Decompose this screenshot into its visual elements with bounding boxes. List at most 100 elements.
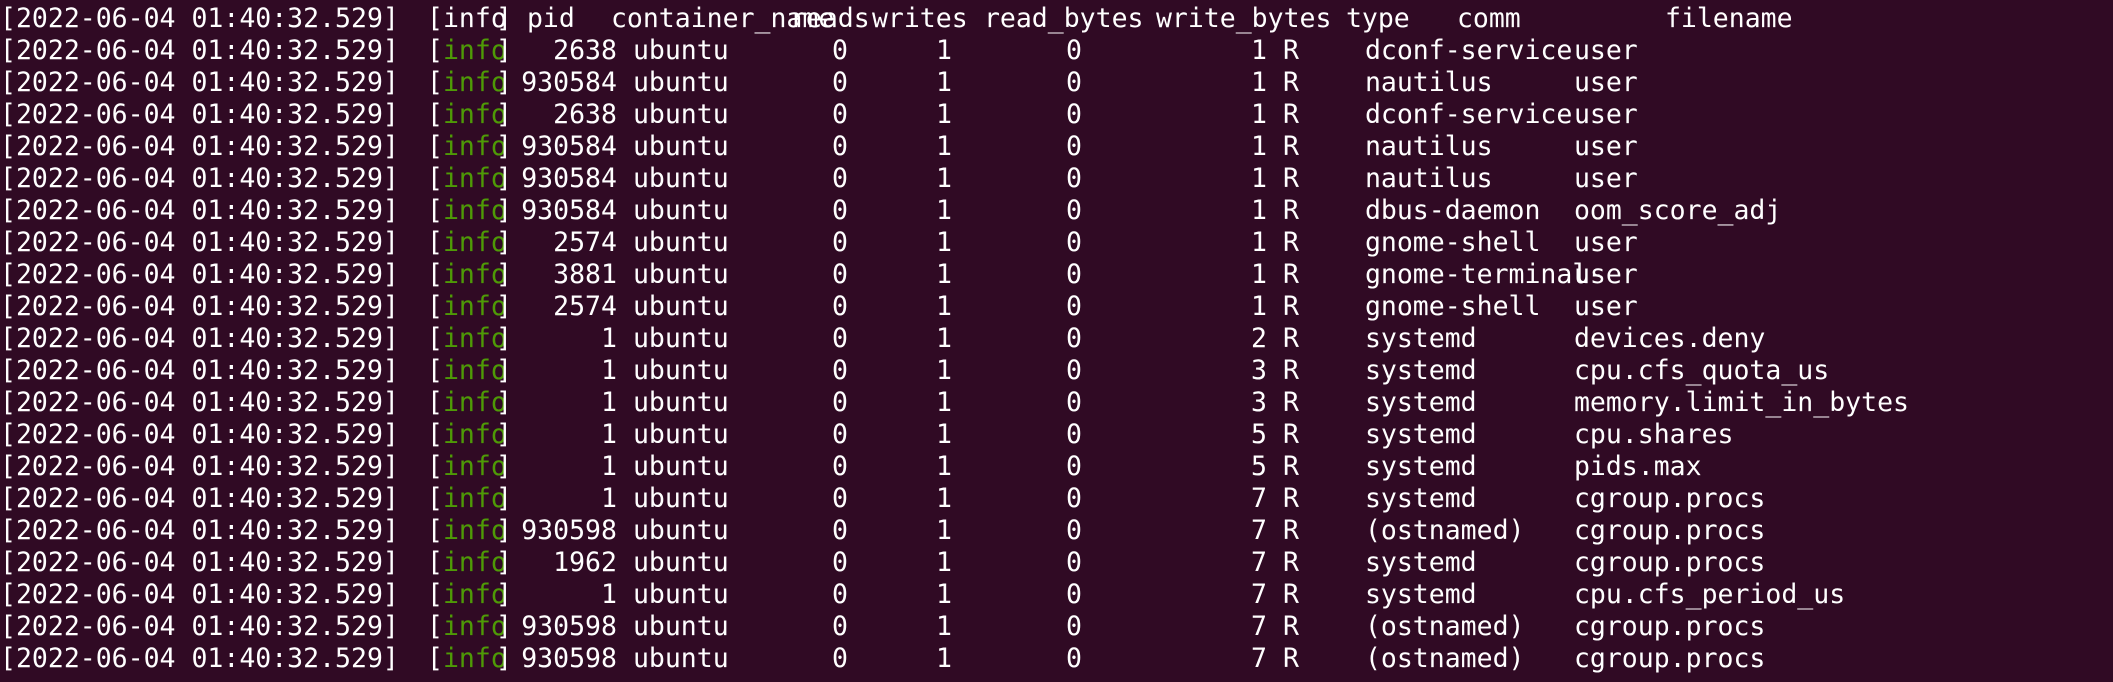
container-name-value: ubuntu — [632, 67, 729, 98]
reads-value: 0 — [831, 131, 848, 162]
punctuation — [414, 643, 427, 675]
punctuation — [414, 451, 427, 483]
log-line: [2022-06-04 01:40:32.529] [info] 1962 ubu… — [0, 547, 2113, 579]
punctuation: [ — [427, 579, 443, 610]
punctuation: [ — [427, 259, 443, 290]
terminal-window[interactable]: [2022-06-04 01:40:32.529] [info] pid cont… — [0, 0, 2113, 682]
container-name-value: ubuntu — [632, 227, 729, 258]
writes-value: 1 — [935, 387, 952, 418]
log-timestamp: [2022-06-04 01:40:32.529] — [0, 643, 399, 674]
reads-value: 0 — [831, 227, 848, 258]
container-name-value: ubuntu — [632, 387, 729, 418]
pid-value: 1 — [600, 579, 617, 610]
punctuation — [617, 515, 633, 547]
read-bytes-value: 0 — [1065, 131, 1082, 162]
reads-value: 0 — [831, 451, 848, 482]
log-line: [2022-06-04 01:40:32.529] [info] 2638 ubu… — [0, 99, 2113, 131]
log-timestamp: [2022-06-04 01:40:32.529] — [0, 163, 399, 194]
log-level: info — [442, 643, 507, 674]
punctuation: ] — [495, 515, 512, 546]
writes-value: 1 — [935, 515, 952, 546]
reads-value: 0 — [831, 547, 848, 578]
log-line: [2022-06-04 01:40:32.529] [info] 1 ubuntu… — [0, 451, 2113, 483]
container-name-value: ubuntu — [632, 99, 729, 130]
log-line: [2022-06-04 01:40:32.529] [info] 930598 u… — [0, 611, 2113, 643]
log-level: info — [442, 515, 507, 546]
write-bytes-value: 1 — [1250, 227, 1267, 258]
punctuation: [ — [427, 35, 443, 66]
writes-value: 1 — [935, 195, 952, 226]
filename-value: pids.max — [1573, 451, 1702, 482]
punctuation: [ — [427, 195, 443, 226]
pid-value: 3881 — [553, 259, 617, 290]
log-line: [2022-06-04 01:40:32.529] [info] 3881 ubu… — [0, 259, 2113, 291]
log-level: info — [442, 323, 507, 354]
type-value: R — [1282, 611, 1299, 642]
punctuation: [ — [427, 643, 443, 674]
read-bytes-value: 0 — [1065, 611, 1082, 642]
log-timestamp: [2022-06-04 01:40:32.529] — [0, 387, 399, 418]
read-bytes-value: 0 — [1065, 67, 1082, 98]
log-line: [2022-06-04 01:40:32.529] [info] 2638 ubu… — [0, 35, 2113, 67]
type-value: R — [1282, 323, 1299, 354]
log-level: info — [442, 163, 507, 194]
log-timestamp: [2022-06-04 01:40:32.529] — [0, 579, 399, 610]
punctuation — [617, 99, 633, 131]
column-header-comm: comm — [1456, 3, 1521, 34]
writes-value: 1 — [935, 355, 952, 386]
punctuation: [ — [427, 131, 443, 162]
comm-value: systemd — [1364, 419, 1477, 450]
log-timestamp: [2022-06-04 01:40:32.529] — [0, 3, 399, 34]
log-level: info — [442, 227, 507, 258]
container-name-value: ubuntu — [632, 323, 729, 354]
type-value: R — [1282, 227, 1299, 258]
read-bytes-value: 0 — [1065, 163, 1082, 194]
punctuation: ] — [495, 131, 512, 162]
punctuation: [ — [427, 291, 443, 322]
writes-value: 1 — [935, 611, 952, 642]
comm-value: (ostnamed) — [1364, 611, 1525, 642]
log-line: [2022-06-04 01:40:32.529] [info] 930584 u… — [0, 195, 2113, 227]
pid-value: 1962 — [553, 547, 617, 578]
punctuation: [ — [427, 451, 443, 482]
type-value: R — [1282, 515, 1299, 546]
write-bytes-value: 7 — [1250, 643, 1267, 674]
read-bytes-value: 0 — [1065, 35, 1082, 66]
pid-value: 930584 — [521, 131, 617, 162]
pid-value: 2574 — [553, 227, 617, 258]
punctuation — [414, 387, 427, 419]
punctuation: [ — [427, 483, 443, 514]
comm-value: dconf-service — [1364, 35, 1573, 66]
pid-value: 1 — [600, 355, 617, 386]
log-timestamp: [2022-06-04 01:40:32.529] — [0, 259, 399, 290]
writes-value: 1 — [935, 163, 952, 194]
write-bytes-value: 5 — [1250, 451, 1267, 482]
column-header-pid: pid — [526, 3, 575, 34]
punctuation — [617, 67, 633, 99]
read-bytes-value: 0 — [1065, 259, 1082, 290]
type-value: R — [1282, 131, 1299, 162]
write-bytes-value: 3 — [1250, 387, 1267, 418]
punctuation: [ — [427, 99, 443, 130]
log-line: [2022-06-04 01:40:32.529] [info] 930598 u… — [0, 515, 2113, 547]
filename-value: cgroup.procs — [1573, 483, 1766, 514]
punctuation: ] — [495, 579, 512, 610]
container-name-value: ubuntu — [632, 195, 729, 226]
container-name-value: ubuntu — [632, 611, 729, 642]
type-value: R — [1282, 259, 1299, 290]
comm-value: systemd — [1364, 579, 1477, 610]
comm-value: nautilus — [1364, 131, 1493, 162]
type-value: R — [1282, 163, 1299, 194]
reads-value: 0 — [831, 195, 848, 226]
type-value: R — [1282, 643, 1299, 674]
container-name-value: ubuntu — [632, 419, 729, 450]
log-level: info — [442, 355, 507, 386]
reads-value: 0 — [831, 419, 848, 450]
writes-value: 1 — [935, 259, 952, 290]
write-bytes-value: 1 — [1250, 131, 1267, 162]
write-bytes-value: 1 — [1250, 259, 1267, 290]
comm-value: (ostnamed) — [1364, 515, 1525, 546]
filename-value: cpu.cfs_quota_us — [1573, 355, 1830, 386]
punctuation — [414, 547, 427, 579]
punctuation — [414, 227, 427, 259]
